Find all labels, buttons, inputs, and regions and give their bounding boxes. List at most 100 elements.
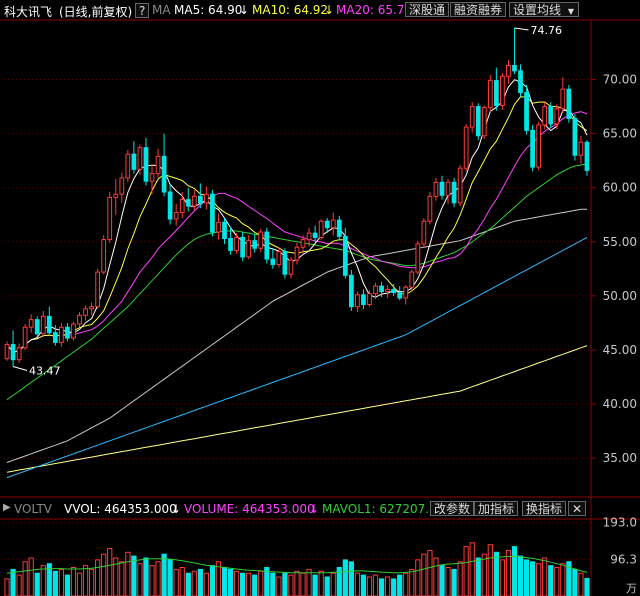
volume-bar xyxy=(28,557,34,596)
candle-body xyxy=(324,220,330,229)
connect-button[interactable]: 深股通 xyxy=(405,2,450,17)
candlestick xyxy=(240,232,246,262)
candlestick xyxy=(481,105,487,139)
volume-bar xyxy=(221,567,228,596)
candlestick xyxy=(113,179,119,215)
margin-trading-button[interactable]: 融资融券 xyxy=(450,2,507,17)
candlestick xyxy=(421,217,427,248)
candle-body xyxy=(228,238,233,251)
ma5-line xyxy=(6,79,588,353)
candlestick xyxy=(119,172,125,203)
add-indicator-button[interactable]: 加指标 xyxy=(474,501,519,516)
dropdown-arrow-icon: ▼ xyxy=(567,7,574,16)
ma20-value: MA20: 65.70 xyxy=(336,3,413,17)
candlestick xyxy=(433,177,439,201)
candle-body xyxy=(83,308,88,316)
candle-body xyxy=(457,167,463,204)
candlestick xyxy=(161,133,167,197)
volume-bar xyxy=(191,570,197,596)
close-icon[interactable]: ✕ xyxy=(568,501,587,516)
volume-unit-label: 万 xyxy=(626,582,637,595)
candlestick xyxy=(445,179,451,204)
volume-bar xyxy=(542,557,548,596)
candle-body xyxy=(216,221,221,233)
volume-bar xyxy=(58,568,65,596)
candlestick xyxy=(288,256,294,279)
candle-body xyxy=(167,191,173,220)
volume-bar xyxy=(306,568,312,596)
low-price-label: 43.47 xyxy=(29,365,61,378)
volume-bar xyxy=(330,572,336,596)
volume-tick-label: 96.3 xyxy=(610,552,637,566)
candle-body xyxy=(554,108,560,125)
help-button[interactable]: ? xyxy=(135,3,150,18)
candlestick xyxy=(59,322,64,347)
candle-body xyxy=(161,155,167,193)
volume-bar xyxy=(173,568,179,596)
candle-body xyxy=(234,236,239,251)
candlestick xyxy=(179,192,185,218)
candle-body xyxy=(397,292,403,299)
candle-body xyxy=(312,232,318,238)
candle-body xyxy=(512,64,517,72)
candlestick xyxy=(312,225,318,242)
candle-body xyxy=(361,294,366,306)
volume-bar xyxy=(505,549,512,596)
volume-bar xyxy=(499,559,506,596)
candlestick xyxy=(34,316,40,337)
volume-bar xyxy=(10,568,16,596)
candlestick xyxy=(457,164,463,207)
candlestick xyxy=(578,135,584,164)
volume-bar xyxy=(487,544,493,596)
volume-bar xyxy=(554,567,560,596)
volume-bar xyxy=(403,572,409,596)
price-tick-label: 60.00 xyxy=(603,181,637,195)
candle-body xyxy=(71,323,76,339)
volume-bar xyxy=(227,568,234,596)
candle-body xyxy=(433,181,439,197)
volume-bar xyxy=(82,565,89,596)
ma-settings-button[interactable]: 设置均线 ▼ xyxy=(509,2,579,17)
candle-body xyxy=(306,232,312,241)
candle-body xyxy=(342,235,348,276)
volume-bar xyxy=(119,561,125,596)
change-params-button[interactable]: 改参数 xyxy=(430,501,475,516)
candle-body xyxy=(52,332,58,343)
candlestick xyxy=(342,227,348,279)
candle-body xyxy=(530,129,535,168)
candle-body xyxy=(463,126,469,169)
candle-body xyxy=(348,274,354,308)
volume-bar xyxy=(294,570,300,596)
candle-body xyxy=(506,64,511,77)
volume-bar xyxy=(511,546,518,596)
candlestick xyxy=(101,235,107,275)
volume-bar xyxy=(523,559,530,596)
volume-bar xyxy=(179,567,185,596)
volume-bar xyxy=(481,553,487,596)
candlestick xyxy=(107,192,113,243)
candle-body xyxy=(409,271,415,288)
volume-bar xyxy=(415,559,421,596)
candle-body xyxy=(77,314,82,325)
candle-body xyxy=(493,80,499,106)
candlestick xyxy=(451,177,457,208)
switch-indicator-button[interactable]: 换指标 xyxy=(522,501,567,516)
annotation-pointer xyxy=(514,27,529,31)
candlestick xyxy=(572,114,578,161)
volume-bar xyxy=(427,549,433,596)
volume-bar xyxy=(16,574,22,596)
volume-bar xyxy=(391,578,397,596)
price-tick-label: 50.00 xyxy=(603,289,637,303)
candlestick xyxy=(294,242,300,265)
candlestick xyxy=(584,140,590,176)
candle-body xyxy=(89,306,94,310)
candlestick xyxy=(95,268,101,309)
high-price-label: 74.76 xyxy=(530,24,562,37)
volume-indicator-label: VOLTV xyxy=(14,502,53,516)
vvol-arrow-icon: ↓ xyxy=(171,502,182,516)
candle-body xyxy=(318,220,324,238)
volume-bar xyxy=(312,574,318,596)
volume-collapse-icon[interactable]: ▶ xyxy=(3,502,11,513)
candlestick xyxy=(185,187,191,212)
candlestick xyxy=(530,124,535,172)
